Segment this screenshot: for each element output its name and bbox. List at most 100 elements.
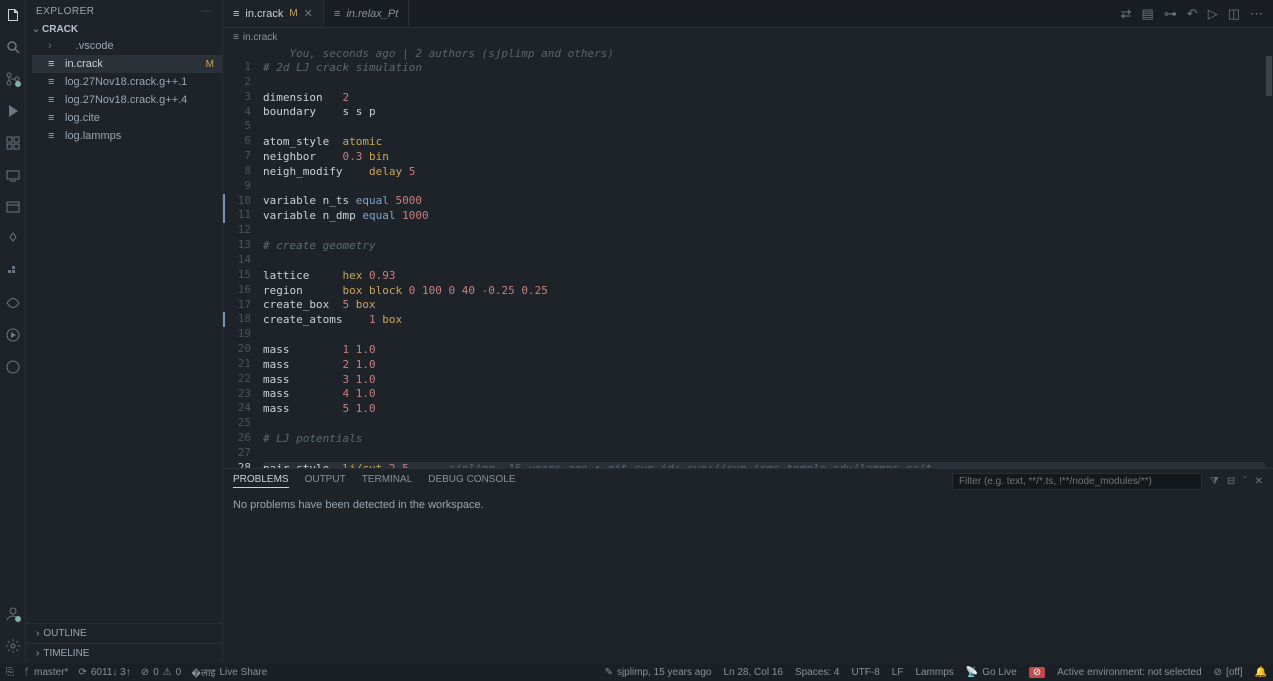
more-icon[interactable]: ⋯ bbox=[202, 6, 213, 17]
problems-count[interactable]: ⊘ 0 ⚠ 0 bbox=[141, 667, 181, 678]
code-line[interactable] bbox=[263, 417, 1265, 432]
line-number: 16 bbox=[223, 283, 251, 298]
panel-tab-output[interactable]: OUTPUT bbox=[305, 474, 346, 488]
indentation[interactable]: Spaces: 4 bbox=[795, 667, 839, 678]
code-line[interactable]: pair_style lj/cut 2.5 sjplimp, 15 years … bbox=[263, 462, 1265, 468]
code-line[interactable]: neighbor 0.3 bin bbox=[263, 150, 1265, 165]
tree-item-log-27Nov18-crack-g---1[interactable]: ≡log.27Nov18.crack.g++.1 bbox=[32, 73, 222, 91]
code-line[interactable]: mass 3 1.0 bbox=[263, 373, 1265, 388]
code-line[interactable]: create_atoms 1 box bbox=[263, 313, 1265, 328]
tree-item-log-lammps[interactable]: ≡log.lammps bbox=[32, 127, 222, 145]
python-env[interactable]: Active environment: not selected bbox=[1057, 667, 1202, 678]
split-icon[interactable]: ◫ bbox=[1228, 6, 1240, 22]
github-icon[interactable] bbox=[4, 358, 22, 376]
language-mode[interactable]: Lammps bbox=[915, 667, 953, 678]
remote-icon[interactable] bbox=[4, 166, 22, 184]
outline-section[interactable]: ›OUTLINE bbox=[26, 623, 222, 643]
chevron-up-icon[interactable]: ˆ bbox=[1243, 476, 1246, 487]
play-circle-icon[interactable] bbox=[4, 326, 22, 344]
cursor-position[interactable]: Ln 28, Col 16 bbox=[723, 667, 783, 678]
code-line[interactable]: atom_style atomic bbox=[263, 135, 1265, 150]
code-line[interactable]: neigh_modify delay 5 bbox=[263, 165, 1265, 180]
prettier-status[interactable]: ⊘ [off] bbox=[1214, 667, 1243, 678]
close-tab-icon[interactable]: ✕ bbox=[304, 7, 313, 20]
account-icon[interactable] bbox=[4, 605, 22, 623]
tab-label: in.crack bbox=[245, 8, 283, 20]
tab-in-relax-Pt[interactable]: ≡in.relax_Pt bbox=[324, 0, 409, 27]
tab-in-crack[interactable]: ≡in.crackM✕ bbox=[223, 0, 324, 27]
code-line[interactable] bbox=[263, 254, 1265, 269]
timeline-section[interactable]: ›TIMELINE bbox=[26, 643, 222, 663]
explorer-icon[interactable] bbox=[4, 6, 22, 24]
tree-item-log-27Nov18-crack-g---4[interactable]: ≡log.27Nov18.crack.g++.4 bbox=[32, 91, 222, 109]
error-badge[interactable]: ⊘ bbox=[1029, 667, 1045, 678]
extensions-icon[interactable] bbox=[4, 134, 22, 152]
git-branch[interactable]: ᚶ master* bbox=[24, 667, 68, 678]
file-icon: ≡ bbox=[334, 8, 340, 20]
code-line[interactable]: lattice hex 0.93 bbox=[263, 269, 1265, 284]
tree-item-in-crack[interactable]: ≡in.crackM bbox=[32, 55, 222, 73]
code-line[interactable]: # LJ potentials bbox=[263, 432, 1265, 447]
git-toggle-icon[interactable]: ⊶ bbox=[1164, 6, 1177, 22]
source-control-icon[interactable] bbox=[4, 70, 22, 88]
collapse-icon[interactable]: ⊟ bbox=[1227, 476, 1235, 487]
remote-indicator[interactable]: ⎘ bbox=[6, 667, 14, 678]
code-line[interactable] bbox=[263, 328, 1265, 343]
filter-icon[interactable]: ⧩ bbox=[1210, 476, 1219, 487]
editor-body[interactable]: 1234567891011121314151617181920212223242… bbox=[223, 46, 1273, 468]
code-line[interactable] bbox=[263, 120, 1265, 135]
line-number: 18 bbox=[223, 312, 251, 327]
notifications-icon[interactable]: 🔔 bbox=[1255, 667, 1267, 678]
tree-item--vscode[interactable]: .vscode bbox=[32, 37, 222, 55]
code-line[interactable]: region box block 0 100 0 40 -0.25 0.25 bbox=[263, 284, 1265, 299]
code-line[interactable]: mass 5 1.0 bbox=[263, 402, 1265, 417]
project-icon[interactable] bbox=[4, 198, 22, 216]
folder-root[interactable]: ⌄ CRACK bbox=[26, 22, 222, 37]
tree-item-log-cite[interactable]: ≡log.cite bbox=[32, 109, 222, 127]
code-line[interactable]: dimension 2 bbox=[263, 91, 1265, 106]
close-panel-icon[interactable]: ✕ bbox=[1255, 476, 1263, 487]
code-line[interactable] bbox=[263, 180, 1265, 195]
diff-icon[interactable]: ▤ bbox=[1142, 6, 1154, 22]
status-bar: ⎘ ᚶ master* ⟳ 6011↓ 3↑ ⊘ 0 ⚠ 0 �लाइ Live… bbox=[0, 663, 1273, 681]
go-live[interactable]: 📡 Go Live bbox=[966, 667, 1017, 678]
line-number: 13 bbox=[223, 238, 251, 253]
run-icon[interactable]: ▷ bbox=[1208, 6, 1218, 22]
gitlens-icon[interactable] bbox=[4, 230, 22, 248]
blame-status[interactable]: ✎ sjplimp, 15 years ago bbox=[605, 667, 712, 678]
tab-bar: ≡in.crackM✕≡in.relax_Pt ⇄ ▤ ⊶ ↶ ▷ ◫ ⋯ bbox=[223, 0, 1273, 28]
revert-icon[interactable]: ↶ bbox=[1187, 6, 1198, 22]
code-line[interactable] bbox=[263, 76, 1265, 91]
breadcrumb[interactable]: ≡ in.crack bbox=[223, 28, 1273, 46]
line-number: 23 bbox=[223, 387, 251, 402]
settings-gear-icon[interactable] bbox=[4, 637, 22, 655]
code-line[interactable]: mass 1 1.0 bbox=[263, 343, 1265, 358]
panel-tab-terminal[interactable]: TERMINAL bbox=[362, 474, 413, 488]
git-sync[interactable]: ⟳ 6011↓ 3↑ bbox=[78, 667, 130, 678]
docker-icon[interactable] bbox=[4, 262, 22, 280]
minimap[interactable] bbox=[1265, 46, 1273, 468]
code-content[interactable]: You, seconds ago | 2 authors (sjplimp an… bbox=[263, 46, 1265, 468]
code-line[interactable] bbox=[263, 224, 1265, 239]
liveserver-icon[interactable] bbox=[4, 294, 22, 312]
live-share[interactable]: �लाइ Live Share bbox=[191, 665, 267, 679]
code-line[interactable]: # 2d LJ crack simulation bbox=[263, 61, 1265, 76]
search-icon[interactable] bbox=[4, 38, 22, 56]
panel-tab-problems[interactable]: PROBLEMS bbox=[233, 474, 289, 488]
line-number: 15 bbox=[223, 268, 251, 283]
code-line[interactable]: mass 2 1.0 bbox=[263, 358, 1265, 373]
panel-tab-debug-console[interactable]: DEBUG CONSOLE bbox=[428, 474, 515, 488]
more-actions-icon[interactable]: ⋯ bbox=[1250, 6, 1263, 22]
run-debug-icon[interactable] bbox=[4, 102, 22, 120]
code-line[interactable]: # create geometry bbox=[263, 239, 1265, 254]
code-line[interactable]: boundary s s p bbox=[263, 105, 1265, 120]
code-line[interactable] bbox=[263, 447, 1265, 462]
eol[interactable]: LF bbox=[892, 667, 904, 678]
code-line[interactable]: variable n_ts equal 5000 bbox=[263, 194, 1265, 209]
code-line[interactable]: create_box 5 box bbox=[263, 298, 1265, 313]
code-line[interactable]: mass 4 1.0 bbox=[263, 387, 1265, 402]
encoding[interactable]: UTF-8 bbox=[851, 667, 879, 678]
code-line[interactable]: variable n_dmp equal 1000 bbox=[263, 209, 1265, 224]
problems-filter-input[interactable] bbox=[952, 473, 1202, 490]
compare-icon[interactable]: ⇄ bbox=[1121, 6, 1132, 22]
